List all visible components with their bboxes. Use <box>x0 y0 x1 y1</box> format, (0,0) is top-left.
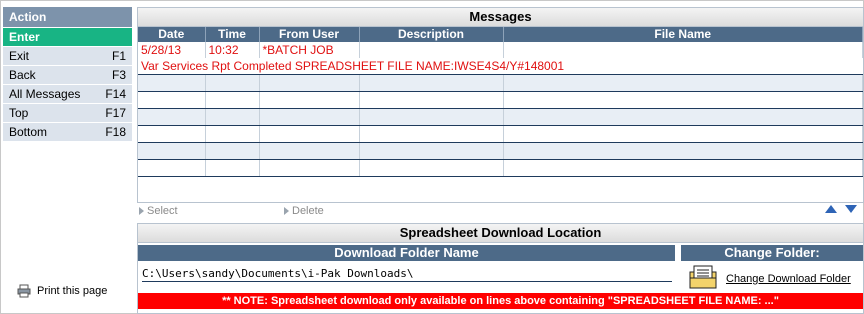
delete-label: Delete <box>292 205 324 217</box>
messages-title: Messages <box>138 8 863 27</box>
print-page-label: Print this page <box>37 285 108 297</box>
cell-date: 5/28/13 <box>138 42 206 58</box>
page-frame: Action Enter Exit F1 Back F3 All Message… <box>0 0 864 314</box>
table-row-detail[interactable]: Var Services Rpt Completed SPREADSHEET F… <box>138 58 863 75</box>
sidebar-item-key: F17 <box>105 106 126 120</box>
play-icon <box>284 207 289 216</box>
sidebar-item-label: Top <box>9 106 29 120</box>
sidebar-item-all-messages[interactable]: All Messages F14 <box>3 85 132 104</box>
change-download-folder-button[interactable]: Change Download Folder <box>688 264 851 290</box>
column-header-time[interactable]: Time <box>205 27 260 42</box>
sidebar-item-label: Enter <box>9 30 40 44</box>
select-button[interactable]: Select <box>139 205 178 217</box>
row-detail-text: Var Services Rpt Completed SPREADSHEET F… <box>138 58 863 75</box>
folder-icon <box>689 265 717 289</box>
spreadsheet-panel: Spreadsheet Download Location Download F… <box>137 223 864 314</box>
sidebar-item-label: All Messages <box>9 87 81 101</box>
messages-action-bar: Select Delete <box>137 205 861 219</box>
scroll-up-icon[interactable] <box>825 205 837 213</box>
table-row[interactable] <box>138 159 863 177</box>
table-row[interactable] <box>138 74 863 92</box>
sidebar-item-back[interactable]: Back F3 <box>3 66 132 85</box>
sidebar-item-exit[interactable]: Exit F1 <box>3 47 132 66</box>
download-note: ** NOTE: Spreadsheet download only avail… <box>138 293 863 309</box>
action-sidebar: Action Enter Exit F1 Back F3 All Message… <box>3 7 132 142</box>
column-header-from-user[interactable]: From User <box>259 27 360 42</box>
table-row[interactable] <box>138 142 863 160</box>
table-row[interactable] <box>138 108 863 126</box>
column-header-description[interactable]: Description <box>359 27 504 42</box>
sidebar-item-label: Back <box>9 68 36 82</box>
select-label: Select <box>147 205 178 217</box>
printer-icon <box>17 284 31 298</box>
cell-time: 10:32 <box>205 42 260 58</box>
table-row[interactable] <box>138 125 863 143</box>
sidebar-item-key: F3 <box>111 68 126 82</box>
sidebar-header: Action <box>3 7 132 28</box>
sidebar-item-bottom[interactable]: Bottom F18 <box>3 123 132 142</box>
column-header-date[interactable]: Date <box>138 27 206 42</box>
download-folder-header: Download Folder Name <box>138 245 675 261</box>
messages-table: Date Time From User Description File Nam… <box>138 27 863 177</box>
table-row[interactable] <box>138 91 863 109</box>
column-header-file-name[interactable]: File Name <box>503 27 863 42</box>
spreadsheet-title: Spreadsheet Download Location <box>138 224 863 243</box>
sidebar-item-enter[interactable]: Enter <box>3 28 132 47</box>
print-page-link[interactable]: Print this page <box>17 284 107 298</box>
messages-panel: Messages Date Time From User Description… <box>137 7 864 203</box>
delete-button[interactable]: Delete <box>284 205 324 217</box>
sidebar-item-label: Bottom <box>9 125 48 139</box>
change-download-folder-label: Change Download Folder <box>726 273 851 285</box>
scroll-down-icon[interactable] <box>845 205 857 213</box>
cell-description <box>359 42 504 58</box>
sidebar-item-key: F1 <box>111 49 126 63</box>
table-row[interactable]: 5/28/13 10:32 *BATCH JOB <box>138 42 863 58</box>
sidebar-item-key: F14 <box>105 87 126 101</box>
play-icon <box>139 207 144 216</box>
download-folder-path: C:\Users\sandy\Documents\i-Pak Downloads… <box>142 267 672 282</box>
sidebar-item-key: F18 <box>105 125 126 139</box>
cell-from-user: *BATCH JOB <box>259 42 360 58</box>
sidebar-item-label: Exit <box>9 49 30 63</box>
change-folder-header: Change Folder: <box>681 245 863 261</box>
cell-file-name <box>503 42 863 58</box>
sidebar-item-top[interactable]: Top F17 <box>3 104 132 123</box>
